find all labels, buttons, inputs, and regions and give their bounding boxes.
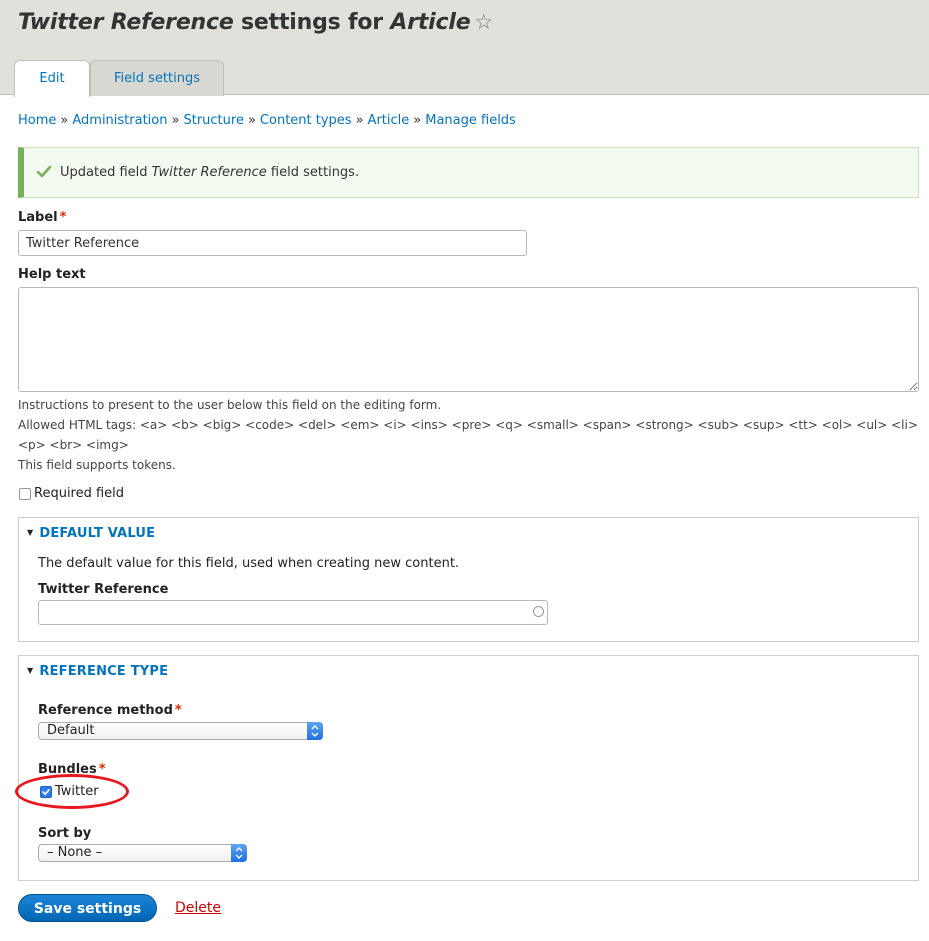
- default-value-description: The default value for this field, used w…: [38, 556, 460, 571]
- tab-edit[interactable]: Edit: [14, 60, 90, 97]
- help-text-description-allowed-tags-cont: <p> <br> <img>: [18, 438, 129, 452]
- help-text-textarea[interactable]: [18, 287, 919, 392]
- default-value-legend[interactable]: ▼ Default value: [27, 526, 155, 541]
- reference-method-label: Reference method *: [38, 703, 182, 718]
- save-settings-button[interactable]: Save settings: [18, 894, 157, 922]
- status-message-text: Updated field Twitter Reference field se…: [60, 165, 359, 180]
- reference-method-value: Default: [47, 723, 95, 738]
- select-arrows-icon: [307, 722, 323, 740]
- autocomplete-throbber-icon: [533, 606, 544, 617]
- label-input[interactable]: [18, 230, 527, 256]
- status-message-prefix: Updated field: [60, 165, 152, 180]
- page-title-field-name: Twitter Reference: [18, 10, 234, 35]
- page-title-middle: settings for: [233, 10, 391, 35]
- default-twitter-reference-input[interactable]: [38, 600, 548, 625]
- breadcrumb-separator: »: [171, 113, 180, 128]
- required-field-checkbox[interactable]: [19, 488, 31, 500]
- breadcrumb-administration[interactable]: Administration: [72, 113, 167, 128]
- reference-method-label-text: Reference method: [38, 703, 173, 718]
- highlight-annotation-ellipse: [15, 774, 129, 809]
- help-text-description-instructions: Instructions to present to the user belo…: [18, 398, 442, 412]
- help-text-label: Help text: [18, 267, 86, 282]
- select-arrows-icon: [231, 844, 247, 862]
- sort-by-label: Sort by: [38, 826, 92, 841]
- breadcrumb-manage-fields[interactable]: Manage fields: [425, 113, 516, 128]
- default-value-legend-text: Default value: [39, 526, 156, 541]
- breadcrumb-separator: »: [355, 113, 364, 128]
- breadcrumb-separator: »: [413, 113, 422, 128]
- delete-link[interactable]: Delete: [175, 900, 221, 916]
- help-text-description-tokens: This field supports tokens.: [18, 458, 176, 472]
- status-message-suffix: field settings.: [266, 165, 360, 180]
- breadcrumb: Home» Administration» Structure» Content ty…: [18, 113, 516, 128]
- breadcrumb-home[interactable]: Home: [18, 113, 56, 128]
- required-marker: *: [98, 762, 106, 777]
- reference-type-legend-text: Reference type: [39, 664, 169, 679]
- reference-method-select[interactable]: Default: [38, 722, 323, 740]
- breadcrumb-separator: »: [247, 113, 256, 128]
- breadcrumb-article[interactable]: Article: [368, 113, 410, 128]
- required-marker: *: [174, 703, 182, 718]
- required-marker: *: [59, 210, 67, 225]
- default-value-fieldset: ▼ Default value The default value for thi…: [18, 517, 919, 642]
- label-field-label-text: Label: [18, 210, 58, 225]
- page-header: Twitter Reference settings for Article ☆ …: [0, 0, 929, 97]
- breadcrumb-structure[interactable]: Structure: [183, 113, 243, 128]
- breadcrumb-separator: »: [60, 113, 69, 128]
- page-title: Twitter Reference settings for Article ☆: [18, 10, 493, 35]
- reference-type-fieldset: ▼ Reference type Reference method * Defaul…: [18, 655, 919, 881]
- tab-field-settings[interactable]: Field settings: [90, 60, 224, 96]
- label-field-label: Label *: [18, 210, 66, 225]
- sort-by-value: – None –: [47, 845, 103, 860]
- page-title-bundle: Article: [390, 10, 471, 35]
- reference-type-legend[interactable]: ▼ Reference type: [27, 664, 168, 679]
- status-message-field: Twitter Reference: [151, 165, 267, 180]
- sort-by-select[interactable]: – None –: [38, 844, 247, 862]
- default-twitter-reference-label: Twitter Reference: [38, 582, 169, 597]
- status-message: Updated field Twitter Reference field se…: [18, 147, 919, 198]
- triangle-down-icon: ▼: [27, 528, 34, 537]
- help-text-description-allowed-tags: Allowed HTML tags: <a> <b> <big> <code> …: [18, 418, 918, 432]
- triangle-down-icon: ▼: [27, 666, 34, 675]
- check-icon: [36, 165, 52, 178]
- breadcrumb-content-types[interactable]: Content types: [260, 113, 352, 128]
- required-field-label[interactable]: Required field: [34, 486, 124, 501]
- star-icon[interactable]: ☆: [474, 10, 493, 34]
